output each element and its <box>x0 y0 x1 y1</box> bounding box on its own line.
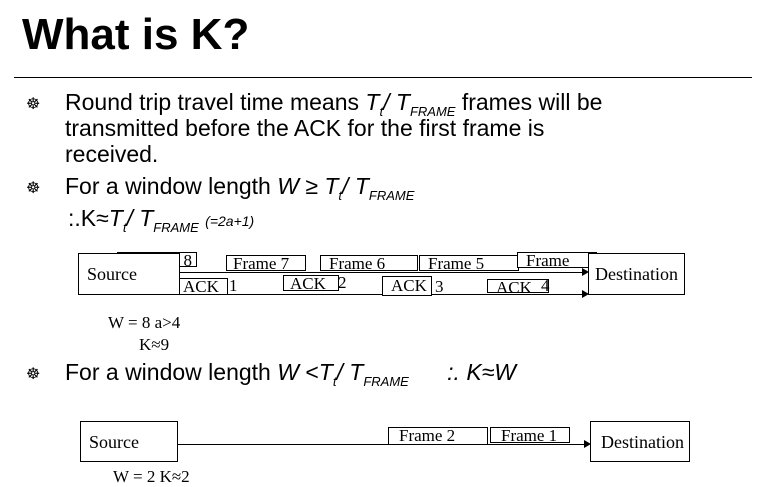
wheel-bullet-icon: ☸ <box>26 96 41 113</box>
slash: / <box>342 173 349 199</box>
op: < <box>305 359 319 385</box>
source-node: Source <box>80 421 178 462</box>
t: T <box>324 173 339 199</box>
frame-box: Frame 7 <box>226 255 306 271</box>
therefore: :. K≈W <box>447 359 516 385</box>
wheel-bullet-icon: ☸ <box>26 180 41 197</box>
diagram-note: K≈9 <box>139 335 170 354</box>
text: For a window length <box>65 359 278 385</box>
text: Round trip travel time means <box>65 89 366 115</box>
t: T <box>354 173 369 199</box>
slash: / <box>383 89 390 115</box>
destination-node: Destination <box>590 421 690 462</box>
w: W <box>277 173 299 199</box>
link-line <box>178 444 584 445</box>
text: :.K≈ <box>68 205 109 231</box>
link-line <box>180 294 582 295</box>
bullet-1-line-3: received. <box>65 141 159 167</box>
sub-frame: FRAME <box>153 220 199 235</box>
note: (=2a+1) <box>205 213 255 229</box>
destination-node: Destination <box>588 253 685 295</box>
diagram-note: W = 2 K≈2 <box>113 467 190 486</box>
wheel-bullet-icon: ☸ <box>26 366 41 383</box>
ack-number: 3 <box>435 277 444 296</box>
bullet-2-line-2: :.K≈Tt/ TFRAME (=2a+1) <box>68 206 254 240</box>
text: For a window length <box>65 173 278 199</box>
ack-box: ACK <box>487 279 549 293</box>
t: T <box>395 89 410 115</box>
sub-frame: FRAME <box>368 188 415 203</box>
ack-number: 4 <box>541 276 550 295</box>
frame-box: Frame 5 <box>419 255 519 271</box>
frame-box: Frame 6 <box>320 255 418 271</box>
t: T <box>108 205 123 231</box>
op: ≥ <box>305 173 318 199</box>
t: T <box>318 359 333 385</box>
frame-box: Frame 1 <box>490 427 570 443</box>
bullet-1-line-2: transmitted before the ACK for the first… <box>65 115 545 141</box>
sub-frame: FRAME <box>363 374 409 389</box>
w: W <box>277 359 299 385</box>
frame-box: Frame 2 <box>388 427 488 445</box>
frame-box: Frame <box>517 252 597 268</box>
slash: / <box>336 359 343 385</box>
slash: / <box>126 205 133 231</box>
bullet-2-line-1: For a window length W ≥ Tt/ TFRAME <box>65 174 414 208</box>
ack-box: ACK <box>283 275 339 291</box>
link-line <box>180 272 582 273</box>
ack-number: 2 <box>338 273 347 292</box>
t: T <box>365 89 380 115</box>
diagram-note: W = 8 a>4 <box>108 313 181 332</box>
bullet-3-line-1: For a window length W <Tt/ TFRAME :. K≈W <box>65 360 516 394</box>
title-divider <box>14 77 752 78</box>
ack-box: ACK <box>382 276 432 296</box>
ack-number: 1 <box>229 276 238 295</box>
t: T <box>139 205 154 231</box>
t: T <box>349 359 364 385</box>
ack-box: ACK <box>178 278 228 295</box>
slide-title: What is K? <box>22 10 250 59</box>
source-node: Source <box>78 253 180 295</box>
text: frames will be <box>455 89 603 115</box>
